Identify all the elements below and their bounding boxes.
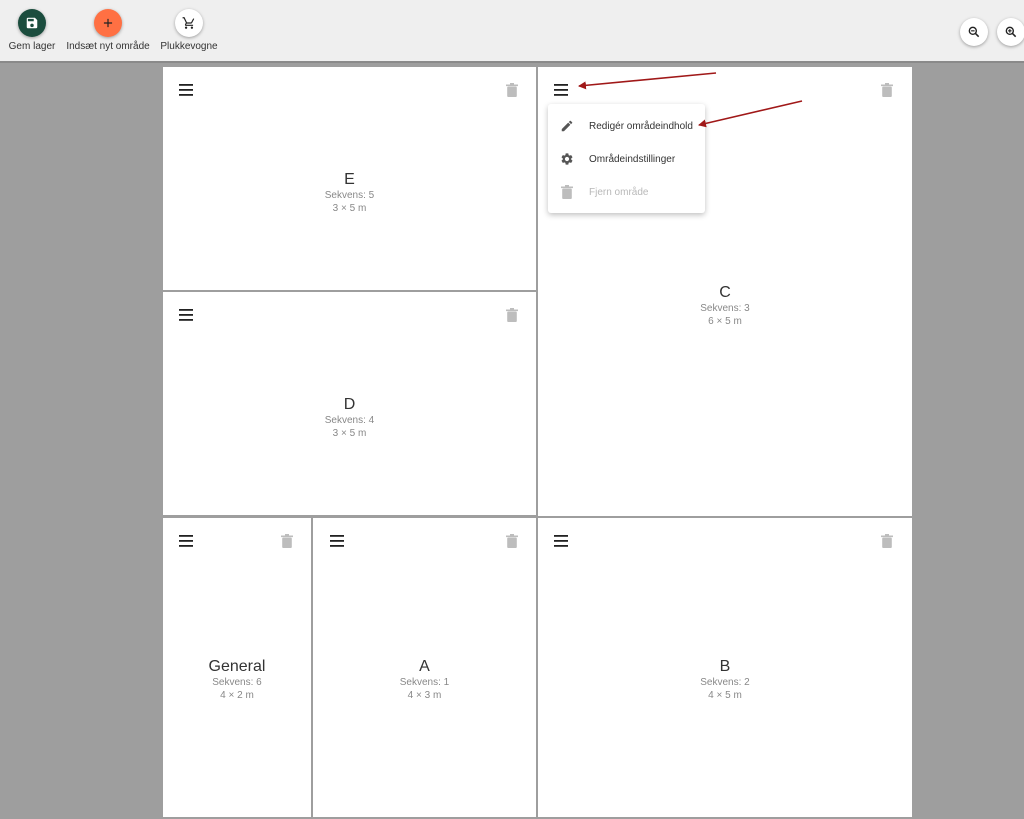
save-warehouse-label: Gem lager	[8, 41, 56, 52]
area-panel-e[interactable]: E Sekvens: 5 3 × 5 m	[163, 67, 536, 290]
area-name: C	[719, 284, 731, 301]
trash-icon	[561, 185, 573, 199]
plus-icon	[94, 9, 122, 37]
area-context-menu: Redigér områdeindhold Områdeindstillinge…	[548, 104, 705, 213]
area-size: 4 × 5 m	[708, 690, 742, 701]
area-size: 3 × 5 m	[332, 203, 367, 214]
area-sequence: Sekvens: 3	[700, 303, 750, 314]
menu-item-remove-area: Fjern område	[548, 177, 705, 207]
menu-icon[interactable]	[179, 309, 193, 321]
area-size: 4 × 2 m	[220, 690, 254, 701]
area-panel-d[interactable]: D Sekvens: 4 3 × 5 m	[163, 292, 536, 515]
area-name: E	[344, 171, 355, 188]
menu-item-label: Fjern område	[589, 186, 649, 198]
area-name: B	[719, 658, 731, 675]
menu-icon[interactable]	[179, 84, 193, 96]
area-name: A	[419, 658, 430, 675]
area-panel-general[interactable]: General Sekvens: 6 4 × 2 m	[163, 518, 311, 817]
area-size: 3 × 5 m	[332, 428, 367, 439]
area-sequence: Sekvens: 4	[324, 415, 375, 426]
menu-item-label: Redigér områdeindhold	[589, 120, 693, 132]
trash-icon[interactable]	[281, 534, 293, 548]
menu-item-area-settings[interactable]: Områdeindstillinger	[548, 144, 705, 174]
insert-area-label: Indsæt nyt område	[66, 41, 150, 52]
insert-area-button[interactable]: Indsæt nyt område	[65, 9, 151, 52]
pencil-icon	[561, 120, 573, 132]
area-sequence: Sekvens: 5	[324, 190, 375, 201]
menu-icon[interactable]	[554, 84, 568, 96]
trash-icon[interactable]	[506, 308, 518, 322]
zoom-out-icon	[968, 26, 980, 38]
zoom-in-icon	[1005, 26, 1017, 38]
area-sequence: Sekvens: 2	[700, 677, 750, 688]
zoom-out-button[interactable]	[960, 18, 988, 46]
trash-icon[interactable]	[506, 83, 518, 97]
gear-icon	[561, 153, 573, 165]
area-size: 4 × 3 m	[407, 690, 442, 701]
area-sequence: Sekvens: 6	[212, 677, 262, 688]
trash-icon[interactable]	[506, 534, 518, 548]
cart-icon	[175, 9, 203, 37]
menu-item-label: Områdeindstillinger	[589, 153, 676, 165]
area-size: 6 × 5 m	[708, 316, 742, 327]
pick-carts-label: Plukkevogne	[160, 41, 218, 52]
menu-icon[interactable]	[179, 535, 193, 547]
zoom-in-button[interactable]	[997, 18, 1024, 46]
area-panel-a[interactable]: A Sekvens: 1 4 × 3 m	[313, 518, 536, 817]
save-icon	[18, 9, 46, 37]
trash-icon[interactable]	[881, 534, 893, 548]
area-sequence: Sekvens: 1	[399, 677, 450, 688]
toolbar: Gem lager Indsæt nyt område Plukkevogne	[0, 0, 1024, 63]
pick-carts-button[interactable]: Plukkevogne	[160, 9, 218, 52]
trash-icon[interactable]	[881, 83, 893, 97]
area-name: General	[208, 658, 266, 675]
menu-item-edit-area-content[interactable]: Redigér områdeindhold	[548, 111, 705, 141]
save-warehouse-button[interactable]: Gem lager	[9, 9, 55, 52]
menu-icon[interactable]	[554, 535, 568, 547]
area-panel-b[interactable]: B Sekvens: 2 4 × 5 m	[538, 518, 912, 817]
menu-icon[interactable]	[330, 535, 344, 547]
area-name: D	[343, 396, 356, 413]
